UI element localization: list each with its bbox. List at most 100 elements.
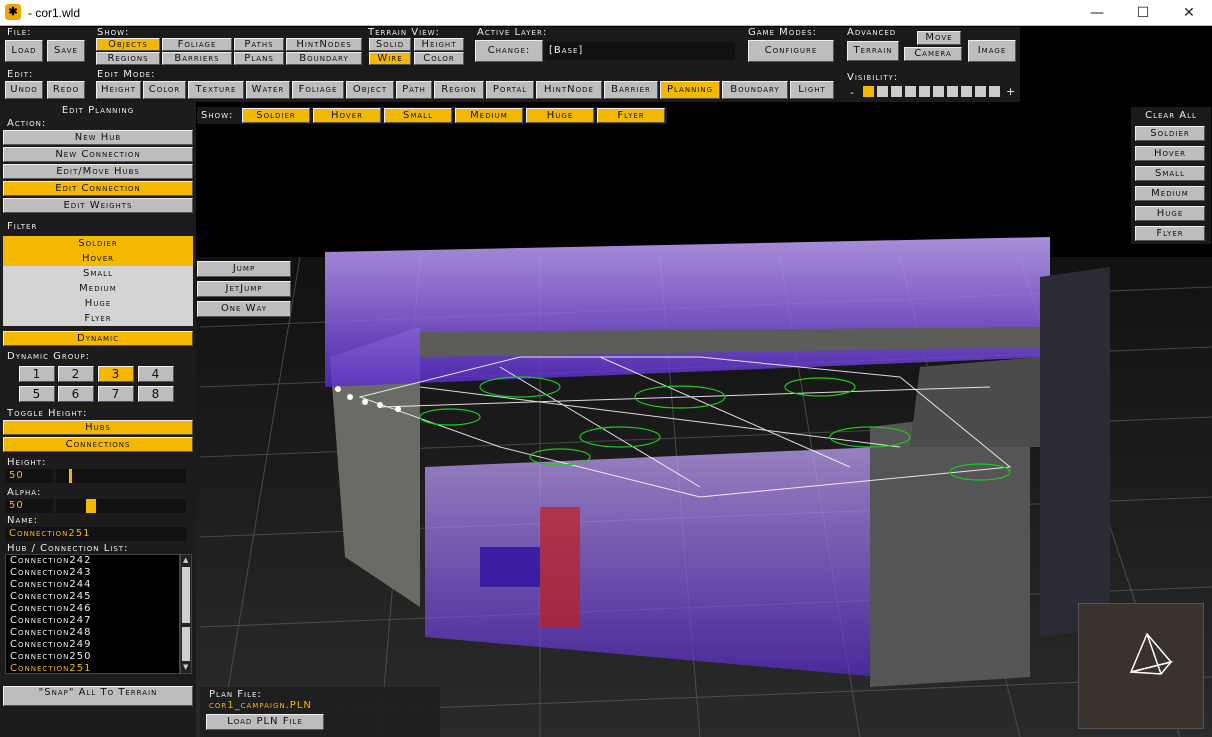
alpha-slider-thumb[interactable] bbox=[86, 499, 96, 513]
mode-foliage-button[interactable]: Foliage bbox=[292, 81, 344, 99]
show-barriers-button[interactable]: Barriers bbox=[162, 52, 232, 65]
show-plans-button[interactable]: Plans bbox=[234, 52, 284, 65]
close-icon[interactable]: ✕ bbox=[1166, 0, 1212, 26]
new-hub-button[interactable]: New Hub bbox=[3, 130, 193, 145]
show-flyer-button[interactable]: Flyer bbox=[597, 108, 665, 123]
show-small-button[interactable]: Small bbox=[384, 108, 452, 123]
edit-connection-button[interactable]: Edit Connection bbox=[3, 181, 193, 196]
load-pln-file-button[interactable]: Load PLN File bbox=[206, 714, 324, 730]
show-medium-button[interactable]: Medium bbox=[455, 108, 523, 123]
list-item[interactable]: Connection245 bbox=[6, 591, 179, 603]
snap-to-terrain-button[interactable]: "Snap" All To Terrain bbox=[3, 686, 193, 706]
filter-medium[interactable]: Medium bbox=[3, 281, 193, 296]
mode-path-button[interactable]: Path bbox=[396, 81, 432, 99]
show-foliage-button[interactable]: Foliage bbox=[162, 38, 232, 51]
connection-list[interactable]: Connection242 Connection243 Connection24… bbox=[5, 554, 180, 674]
visibility-level-5[interactable] bbox=[919, 86, 930, 97]
show-boundary-button[interactable]: Boundary bbox=[286, 52, 362, 65]
image-button[interactable]: Image bbox=[968, 40, 1016, 62]
save-button[interactable]: Save bbox=[47, 40, 85, 62]
show-soldier-button[interactable]: Soldier bbox=[242, 108, 310, 123]
group-8-button[interactable]: 8 bbox=[138, 386, 174, 402]
mode-water-button[interactable]: Water bbox=[246, 81, 290, 99]
clear-all-button[interactable]: Clear All bbox=[1131, 110, 1211, 121]
list-item-selected[interactable]: Connection251 bbox=[6, 663, 179, 675]
filter-flyer[interactable]: Flyer bbox=[3, 311, 193, 326]
visibility-level-9[interactable] bbox=[975, 86, 986, 97]
height-slider[interactable] bbox=[56, 469, 186, 483]
show-regions-button[interactable]: Regions bbox=[96, 52, 160, 65]
mode-portal-button[interactable]: Portal bbox=[486, 81, 534, 99]
list-item[interactable]: Connection250 bbox=[6, 651, 179, 663]
toggle-connections-button[interactable]: Connections bbox=[3, 437, 193, 452]
list-item[interactable]: Connection247 bbox=[6, 615, 179, 627]
list-item[interactable]: Connection243 bbox=[6, 567, 179, 579]
right-hover-button[interactable]: Hover bbox=[1135, 146, 1205, 161]
height-value-field[interactable]: 50 bbox=[5, 469, 53, 483]
filter-hover[interactable]: Hover bbox=[3, 251, 193, 266]
visibility-level-4[interactable] bbox=[905, 86, 916, 97]
layer-field[interactable]: [Base] bbox=[545, 42, 735, 60]
list-item[interactable]: Connection248 bbox=[6, 627, 179, 639]
mode-barrier-button[interactable]: Barrier bbox=[604, 81, 658, 99]
right-medium-button[interactable]: Medium bbox=[1135, 186, 1205, 201]
mode-planning-button[interactable]: Planning bbox=[660, 81, 720, 99]
show-huge-button[interactable]: Huge bbox=[526, 108, 594, 123]
show-hintnodes-button[interactable]: HintNodes bbox=[286, 38, 362, 51]
mode-boundary-button[interactable]: Boundary bbox=[722, 81, 788, 99]
visibility-level-2[interactable] bbox=[877, 86, 888, 97]
toggle-hubs-button[interactable]: Hubs bbox=[3, 420, 193, 435]
change-layer-button[interactable]: Change: bbox=[475, 40, 543, 62]
filter-huge[interactable]: Huge bbox=[3, 296, 193, 311]
right-soldier-button[interactable]: Soldier bbox=[1135, 126, 1205, 141]
show-hover-button[interactable]: Hover bbox=[313, 108, 381, 123]
name-field[interactable]: Connection251 bbox=[5, 527, 187, 541]
dynamic-button[interactable]: Dynamic bbox=[3, 331, 193, 346]
group-2-button[interactable]: 2 bbox=[58, 366, 94, 382]
configure-button[interactable]: Configure bbox=[748, 40, 834, 62]
mode-color-button[interactable]: Color bbox=[143, 81, 186, 99]
mode-light-button[interactable]: Light bbox=[790, 81, 834, 99]
show-objects-button[interactable]: Objects bbox=[96, 38, 160, 51]
visibility-level-8[interactable] bbox=[961, 86, 972, 97]
jetjump-button[interactable]: JetJump bbox=[197, 281, 291, 297]
terrain-height-button[interactable]: Height bbox=[414, 38, 464, 51]
list-scrollbar[interactable]: ▲ ▼ bbox=[180, 554, 192, 674]
minimize-icon[interactable]: — bbox=[1074, 0, 1120, 26]
scroll-track[interactable] bbox=[182, 627, 190, 661]
list-item[interactable]: Connection242 bbox=[6, 555, 179, 567]
visibility-level-10[interactable] bbox=[989, 86, 1000, 97]
visibility-minus-button[interactable]: - bbox=[850, 86, 854, 99]
visibility-level-6[interactable] bbox=[933, 86, 944, 97]
new-connection-button[interactable]: New Connection bbox=[3, 147, 193, 162]
terrain-color-button[interactable]: Color bbox=[414, 52, 464, 65]
scroll-up-icon[interactable]: ▲ bbox=[183, 556, 188, 564]
terrain-solid-button[interactable]: Solid bbox=[369, 38, 411, 51]
right-flyer-button[interactable]: Flyer bbox=[1135, 226, 1205, 241]
filter-soldier[interactable]: Soldier bbox=[3, 236, 193, 251]
group-3-button[interactable]: 3 bbox=[98, 366, 134, 382]
list-item[interactable]: Connection246 bbox=[6, 603, 179, 615]
one-way-button[interactable]: One Way bbox=[197, 301, 291, 317]
group-5-button[interactable]: 5 bbox=[19, 386, 55, 402]
edit-move-hubs-button[interactable]: Edit/Move Hubs bbox=[3, 164, 193, 179]
alpha-value-field[interactable]: 50 bbox=[5, 499, 53, 513]
group-6-button[interactable]: 6 bbox=[58, 386, 94, 402]
jump-button[interactable]: Jump bbox=[197, 261, 291, 277]
group-7-button[interactable]: 7 bbox=[98, 386, 134, 402]
right-small-button[interactable]: Small bbox=[1135, 166, 1205, 181]
edit-weights-button[interactable]: Edit Weights bbox=[3, 198, 193, 213]
filter-small[interactable]: Small bbox=[3, 266, 193, 281]
alpha-slider[interactable] bbox=[56, 499, 186, 513]
terrain-button[interactable]: Terrain bbox=[847, 41, 899, 61]
terrain-wire-button[interactable]: Wire bbox=[369, 52, 411, 65]
height-slider-thumb[interactable] bbox=[69, 469, 72, 483]
scroll-down-icon[interactable]: ▼ bbox=[183, 663, 188, 671]
mode-hintnode-button[interactable]: HintNode bbox=[536, 81, 602, 99]
undo-button[interactable]: Undo bbox=[5, 81, 43, 99]
move-button[interactable]: Move bbox=[917, 31, 961, 45]
group-4-button[interactable]: 4 bbox=[138, 366, 174, 382]
maximize-icon[interactable]: ☐ bbox=[1120, 0, 1166, 26]
list-item[interactable]: Connection244 bbox=[6, 579, 179, 591]
visibility-level-7[interactable] bbox=[947, 86, 958, 97]
